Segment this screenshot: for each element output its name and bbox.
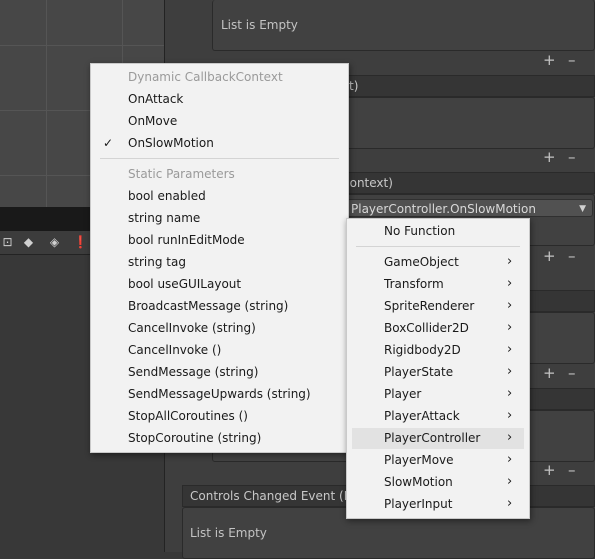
- checkmark-icon: ✓: [103, 136, 114, 150]
- add-button[interactable]: +: [543, 366, 556, 381]
- shapes-icon[interactable]: ◆: [22, 236, 35, 249]
- menu-item-transform[interactable]: Transform: [384, 273, 444, 295]
- chevron-down-icon: ▼: [579, 204, 586, 214]
- list-empty-label: List is Empty: [221, 18, 298, 32]
- menu-item-stopallcoroutines[interactable]: StopAllCoroutines (): [128, 405, 248, 427]
- event-list-1: List is Empty: [212, 0, 595, 51]
- menu-item-bool-runineditmode[interactable]: bool runInEditMode: [128, 229, 245, 251]
- remove-button[interactable]: –: [568, 463, 576, 478]
- warning-icon[interactable]: ❗: [73, 236, 88, 249]
- add-button[interactable]: +: [543, 249, 556, 264]
- function-context-menu: Dynamic CallbackContext OnAttack OnMove …: [90, 63, 349, 453]
- menu-item-bool-useguilayout[interactable]: bool useGUILayout: [128, 273, 241, 295]
- chevron-right-icon: ›: [507, 254, 513, 269]
- menu-item-spriterenderer[interactable]: SpriteRenderer: [384, 295, 474, 317]
- menu-item-playercontroller[interactable]: PlayerController: [384, 427, 480, 449]
- chevron-right-icon: ›: [507, 452, 513, 467]
- menu-item-player[interactable]: Player: [384, 383, 421, 405]
- remove-button[interactable]: –: [568, 150, 576, 165]
- menu-item-rigidbody2d[interactable]: Rigidbody2D: [384, 339, 461, 361]
- menu-item-cancelinvoke[interactable]: CancelInvoke (): [128, 339, 221, 361]
- chevron-right-icon: ›: [507, 298, 513, 313]
- list-empty-label: List is Empty: [190, 526, 267, 540]
- tag-icon[interactable]: ◈: [48, 236, 61, 249]
- chevron-right-icon: ›: [507, 364, 513, 379]
- menu-item-bool-enabled[interactable]: bool enabled: [128, 185, 206, 207]
- menu-item-string-tag[interactable]: string tag: [128, 251, 186, 273]
- chevron-right-icon: ›: [507, 342, 513, 357]
- chevron-right-icon: ›: [507, 474, 513, 489]
- remove-button[interactable]: –: [568, 366, 576, 381]
- menu-item-sendmessage[interactable]: SendMessage (string): [128, 361, 258, 383]
- menu-item-playermove[interactable]: PlayerMove: [384, 449, 454, 471]
- menu-item-broadcastmessage[interactable]: BroadcastMessage (string): [128, 295, 288, 317]
- add-button[interactable]: +: [543, 53, 556, 68]
- chevron-right-icon: ›: [507, 386, 513, 401]
- function-dropdown-value: PlayerController.OnSlowMotion: [351, 202, 536, 216]
- menu-item-slowmotion[interactable]: SlowMotion: [384, 471, 453, 493]
- menu-separator: [100, 158, 339, 159]
- scene-view-icon[interactable]: ⊡: [1, 236, 14, 249]
- chevron-right-icon: ›: [507, 496, 513, 511]
- event-header-label: t): [349, 79, 359, 93]
- menu-item-playerstate[interactable]: PlayerState: [384, 361, 453, 383]
- menu-item-sendmessageupwards[interactable]: SendMessageUpwards (string): [128, 383, 311, 405]
- menu-header-static: Static Parameters: [128, 167, 235, 181]
- menu-item-onslowmotion[interactable]: OnSlowMotion: [128, 132, 214, 154]
- function-dropdown[interactable]: PlayerController.OnSlowMotion ▼: [347, 199, 593, 217]
- menu-item-string-name[interactable]: string name: [128, 207, 200, 229]
- menu-item-onmove[interactable]: OnMove: [128, 110, 177, 132]
- chevron-right-icon: ›: [507, 276, 513, 291]
- menu-item-stopcoroutine[interactable]: StopCoroutine (string): [128, 427, 261, 449]
- add-button[interactable]: +: [543, 150, 556, 165]
- menu-header-dynamic: Dynamic CallbackContext: [128, 70, 283, 84]
- event-header-label: context): [343, 176, 393, 190]
- menu-separator: [356, 246, 520, 247]
- component-context-menu: No Function GameObject › Transform › Spr…: [346, 218, 530, 519]
- menu-item-playerinput[interactable]: PlayerInput: [384, 493, 452, 515]
- remove-button[interactable]: –: [568, 249, 576, 264]
- chevron-right-icon: ›: [507, 408, 513, 423]
- menu-item-no-function[interactable]: No Function: [384, 220, 455, 242]
- menu-item-onattack[interactable]: OnAttack: [128, 88, 183, 110]
- menu-item-gameobject[interactable]: GameObject: [384, 251, 459, 273]
- menu-item-cancelinvoke-string[interactable]: CancelInvoke (string): [128, 317, 256, 339]
- menu-item-playerattack[interactable]: PlayerAttack: [384, 405, 460, 427]
- chevron-right-icon: ›: [507, 320, 513, 335]
- remove-button[interactable]: –: [568, 53, 576, 68]
- menu-item-boxcollider2d[interactable]: BoxCollider2D: [384, 317, 469, 339]
- event-header-label: Controls Changed Event (Pl: [190, 489, 355, 503]
- add-button[interactable]: +: [543, 463, 556, 478]
- chevron-right-icon: ›: [507, 430, 513, 445]
